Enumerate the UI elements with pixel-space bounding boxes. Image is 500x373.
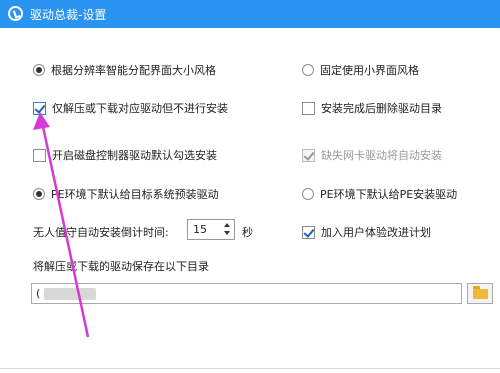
checkbox-only-extract[interactable]: 仅解压或下载对应驱动但不进行安装 bbox=[33, 100, 228, 116]
radio-pe-target[interactable]: PE环境下默认给目标系统预装驱动 bbox=[33, 186, 219, 202]
checkbox-only-extract-box[interactable] bbox=[33, 101, 46, 115]
radio-pe-install-indicator[interactable] bbox=[302, 188, 314, 200]
window-title: 驱动总裁-设置 bbox=[30, 8, 107, 22]
countdown-value[interactable]: 15 bbox=[193, 223, 207, 236]
radio-pe-install[interactable]: PE环境下默认给PE安装驱动 bbox=[302, 186, 457, 202]
checkbox-only-extract-label: 仅解压或下载对应驱动但不进行安装 bbox=[52, 102, 228, 115]
radio-pe-target-indicator[interactable] bbox=[33, 188, 45, 200]
checkbox-delete-after-box[interactable] bbox=[302, 101, 315, 115]
browse-folder-button[interactable] bbox=[467, 283, 493, 304]
countdown-label: 无人值守自动安装倒计时间: bbox=[33, 226, 169, 239]
folder-icon bbox=[473, 286, 488, 299]
checkbox-delete-after[interactable]: 安装完成后删除驱动目录 bbox=[302, 100, 442, 116]
radio-pe-target-label: PE环境下默认给目标系统预装驱动 bbox=[51, 188, 219, 201]
countdown-stepper[interactable]: 15 bbox=[187, 219, 235, 240]
checkbox-missing-nic: 缺失网卡驱动将自动安装 bbox=[302, 147, 442, 163]
redacted-path bbox=[44, 288, 96, 300]
checkbox-missing-nic-box bbox=[302, 148, 315, 162]
save-dir-label: 将解压或下载的驱动保存在以下目录 bbox=[33, 260, 209, 273]
checkbox-disk-controller-label: 开启磁盘控制器驱动默认勾选安装 bbox=[52, 149, 217, 162]
radio-auto-scale[interactable]: 根据分辨率智能分配界面大小风格 bbox=[33, 62, 216, 78]
radio-fixed-small-label: 固定使用小界面风格 bbox=[320, 64, 419, 77]
save-dir-input[interactable]: ( bbox=[31, 283, 462, 304]
checkbox-ux-plan-label: 加入用户体验改进计划 bbox=[321, 226, 431, 239]
save-dir-value: ( bbox=[36, 287, 41, 300]
title-bar: 驱动总裁-设置 bbox=[0, 0, 500, 28]
checkbox-ux-plan-box[interactable] bbox=[302, 225, 315, 239]
checkbox-disk-controller[interactable]: 开启磁盘控制器驱动默认勾选安装 bbox=[33, 147, 217, 163]
checkbox-disk-controller-box[interactable] bbox=[33, 148, 46, 162]
seconds-unit: 秒 bbox=[242, 226, 253, 239]
divider bbox=[0, 368, 500, 369]
radio-fixed-small[interactable]: 固定使用小界面风格 bbox=[302, 62, 419, 78]
checkbox-missing-nic-label: 缺失网卡驱动将自动安装 bbox=[321, 149, 442, 162]
radio-fixed-small-indicator[interactable] bbox=[302, 64, 314, 76]
stepper-down-icon[interactable] bbox=[220, 229, 234, 239]
checkbox-delete-after-label: 安装完成后删除驱动目录 bbox=[321, 102, 442, 115]
radio-auto-scale-label: 根据分辨率智能分配界面大小风格 bbox=[51, 64, 216, 77]
checkbox-ux-plan[interactable]: 加入用户体验改进计划 bbox=[302, 224, 431, 240]
radio-auto-scale-indicator[interactable] bbox=[33, 64, 45, 76]
radio-pe-install-label: PE环境下默认给PE安装驱动 bbox=[320, 188, 458, 201]
app-logo-icon bbox=[8, 6, 23, 21]
